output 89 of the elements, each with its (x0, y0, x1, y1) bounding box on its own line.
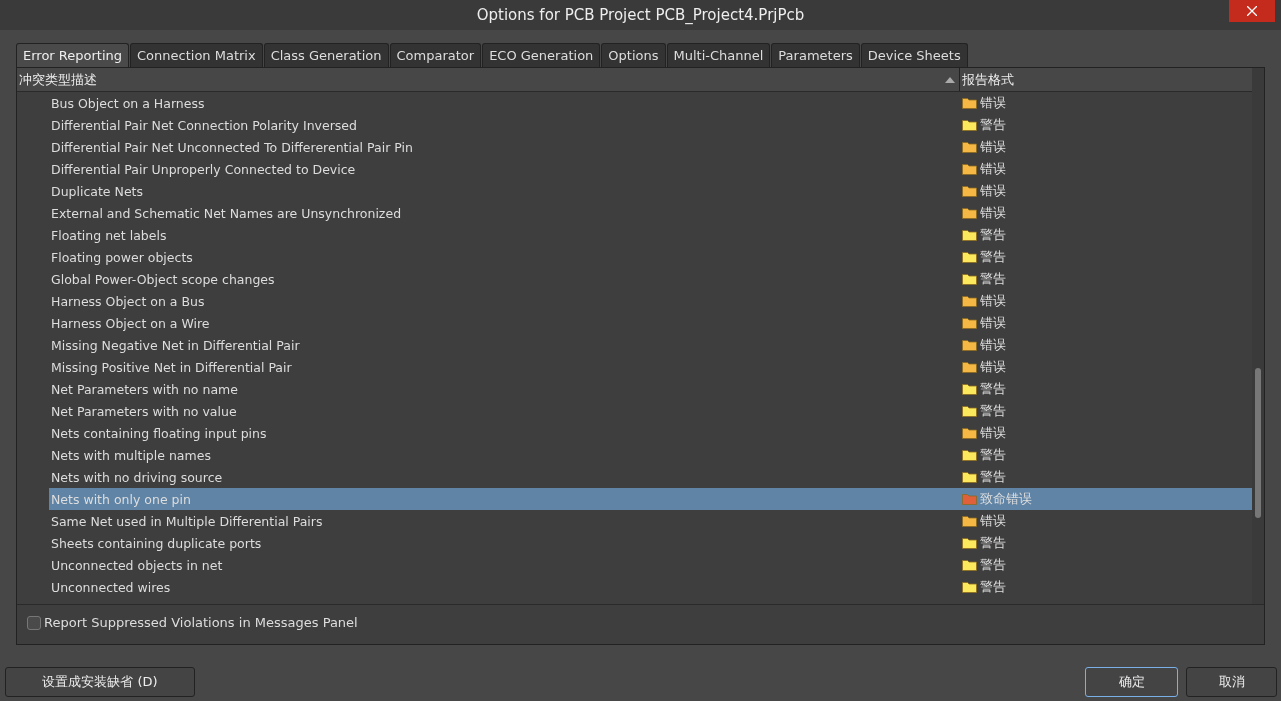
tab[interactable]: ECO Generation (482, 43, 601, 67)
table-cell: 警告 (980, 578, 1006, 596)
table-cell-text: Unconnected objects in net (50, 557, 224, 573)
table-row[interactable]: Harness Object on a Wire 错误 (49, 312, 1252, 334)
table-cell-text: Nets with only one pin (50, 491, 192, 507)
table-cell-text: Global Power-Object scope changes (50, 271, 276, 287)
tab[interactable]: Multi-Channel (666, 43, 771, 67)
table-row[interactable]: Same Net used in Multiple Differential Pairs 错误 (49, 510, 1252, 532)
table-cell: 警告 (980, 226, 1006, 244)
table-cell: 错误 (980, 160, 1006, 178)
table-row[interactable]: Floating net labels 警告 (49, 224, 1252, 246)
column-header[interactable]: 冲突类型描述 (17, 70, 945, 89)
table-cell: 警告 (980, 402, 1006, 420)
table-cell-text: Harness Object on a Wire (50, 315, 211, 331)
tab[interactable]: Options (601, 43, 666, 67)
table-cell: 错误 (980, 292, 1006, 310)
tab[interactable]: Device Sheets (860, 43, 968, 67)
ok-button[interactable]: 确定 (1085, 667, 1178, 697)
table-row[interactable]: Unconnected wires 警告 (49, 576, 1252, 598)
sort-arrow-icon (945, 76, 955, 83)
table-cell-text: Differential Pair Unproperly Connected to Device (50, 161, 357, 177)
table-row[interactable]: Nets with multiple names 警告 (49, 444, 1252, 466)
table-cell: 错误 (980, 424, 1006, 442)
table-cell: 警告 (980, 380, 1006, 398)
table-cell: 警告 (980, 446, 1006, 464)
table-row[interactable]: Differential Pair Net Connection Polarity Inversed 警告 (49, 114, 1252, 136)
table-cell-text: Missing Negative Net in Differential Pair (50, 337, 301, 353)
close-button[interactable] (1229, 0, 1275, 22)
table-cell: 警告 (980, 534, 1006, 552)
table-cell-text: Harness Object on a Bus (50, 293, 206, 309)
table-cell: 警告 (980, 468, 1006, 486)
table-cell-text: Bus Object on a Harness (50, 95, 206, 111)
table-cell-text: Nets with multiple names (50, 447, 212, 463)
table-cell: 警告 (980, 556, 1006, 574)
table-cell: 错误 (980, 314, 1006, 332)
table-cell: 错误 (980, 336, 1006, 354)
checkbox-label: Report Suppressed Violations in Messages Panel (44, 615, 358, 630)
tab[interactable]: Connection Matrix (130, 43, 263, 67)
table-cell-text: Differential Pair Net Connection Polarity Inversed (50, 117, 358, 133)
table-row[interactable]: Duplicate Nets 错误 (49, 180, 1252, 202)
table-cell: 错误 (980, 204, 1006, 222)
tab[interactable]: Error Reporting (16, 43, 130, 67)
checkbox[interactable] (27, 615, 41, 630)
table-cell-text: Sheets containing duplicate ports (50, 535, 263, 551)
table-row[interactable]: Missing Positive Net in Differential Pair 错误 (49, 356, 1252, 378)
tab[interactable]: Class Generation (263, 43, 389, 67)
table-cell-text: Differential Pair Net Unconnected To Differerential Pair Pin (50, 139, 414, 155)
table-cell: 致命错误 (980, 490, 1032, 508)
table-row[interactable]: Missing Negative Net in Differential Pair 错误 (49, 334, 1252, 356)
table-row[interactable]: Differential Pair Net Unconnected To Differerential Pair Pin 错误 (49, 136, 1252, 158)
table-cell: 错误 (980, 512, 1006, 530)
table-cell-text: Nets containing floating input pins (50, 425, 268, 441)
scrollbar[interactable] (1252, 68, 1264, 604)
table-row[interactable]: External and Schematic Net Names are Unsynchronized 错误 (49, 202, 1252, 224)
table-row[interactable]: Net Parameters with no value 警告 (49, 400, 1252, 422)
table-cell: 错误 (980, 138, 1006, 156)
tab[interactable]: Parameters (771, 43, 860, 67)
table-cell-text: Floating net labels (50, 227, 168, 243)
table-cell-text: Nets with no driving source (50, 469, 224, 485)
table-row[interactable]: Differential Pair Unproperly Connected to Device 错误 (49, 158, 1252, 180)
table-row[interactable]: Floating power objects 警告 (49, 246, 1252, 268)
table-cell: 错误 (980, 358, 1006, 376)
table-cell: 警告 (980, 270, 1006, 288)
defaults-button[interactable]: 设置成安装缺省 (D) (5, 667, 195, 697)
table-cell: 错误 (980, 182, 1006, 200)
table-row[interactable]: Nets with no driving source 警告 (49, 466, 1252, 488)
table-cell-text: Duplicate Nets (50, 183, 144, 199)
table-row[interactable]: Nets containing floating input pins 错误 (49, 422, 1252, 444)
table-cell-text: Same Net used in Multiple Differential Pairs (50, 513, 324, 529)
table-row[interactable]: Bus Object on a Harness 错误 (49, 92, 1252, 114)
table-row[interactable]: Net Parameters with no name 警告 (49, 378, 1252, 400)
close-icon (1247, 6, 1257, 16)
table-row[interactable]: Sheets containing duplicate ports 警告 (49, 532, 1252, 554)
table-cell-text: External and Schematic Net Names are Unsynchronized (50, 205, 403, 221)
table-row[interactable]: Unconnected objects in net 警告 (49, 554, 1252, 576)
table-cell-text: Net Parameters with no value (50, 403, 238, 419)
cancel-button[interactable]: 取消 (1186, 667, 1277, 697)
table-cell: 警告 (980, 116, 1006, 134)
table-row[interactable]: Harness Object on a Bus 错误 (49, 290, 1252, 312)
table-cell-text: Net Parameters with no name (50, 381, 239, 397)
table-cell: 错误 (980, 94, 1006, 112)
table-cell-text: Unconnected wires (50, 579, 172, 595)
table-cell: 警告 (980, 248, 1006, 266)
table-cell-text: Floating power objects (50, 249, 194, 265)
tab[interactable]: Comparator (389, 43, 482, 67)
window-title: Options for PCB Project PCB_Project4.PrjPcb (476, 6, 805, 24)
table-row[interactable]: Global Power-Object scope changes 警告 (49, 268, 1252, 290)
scroll-thumb[interactable] (1255, 368, 1261, 518)
table-cell-text: Missing Positive Net in Differential Pair (50, 359, 293, 375)
